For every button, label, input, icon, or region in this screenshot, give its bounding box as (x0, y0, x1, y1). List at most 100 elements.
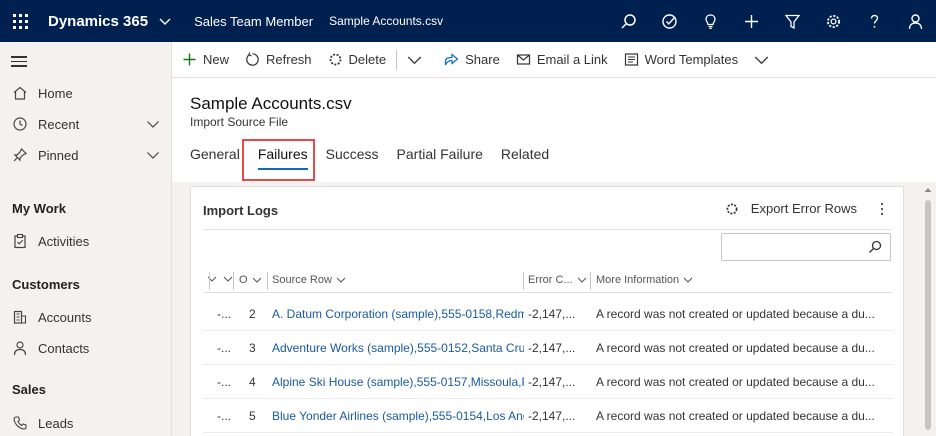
refresh-button[interactable]: Refresh (237, 42, 320, 78)
cell-order: 4 (249, 375, 256, 389)
command-divider (396, 49, 398, 70)
table-row[interactable]: -... 3 Adventure Works (sample),555-0152… (203, 331, 893, 365)
sidebar-item-recent[interactable]: Recent (0, 109, 172, 139)
sidebar-item-accounts[interactable]: Accounts (0, 302, 172, 332)
cell-source-row-link[interactable]: Adventure Works (sample),555-0152,Santa … (272, 341, 524, 355)
search-icon[interactable] (868, 240, 882, 254)
cell-error-code: -2,147,... (528, 375, 576, 389)
chevron-down-icon (683, 277, 693, 283)
nav-group-title: Customers (12, 277, 80, 292)
chevron-down-icon (754, 56, 769, 65)
share-icon (445, 53, 459, 66)
column-separator[interactable] (233, 272, 234, 290)
cell-source-row-link[interactable]: Blue Yonder Airlines (sample),555-0154,L… (272, 409, 524, 423)
column-header-more-information[interactable]: More Information (596, 274, 693, 286)
tab-related[interactable]: Related (501, 146, 549, 170)
sidebar-item-leads[interactable]: Leads (0, 408, 172, 436)
sidebar-item-label: Contacts (38, 340, 90, 356)
column-separator[interactable] (267, 272, 268, 290)
sidebar-item-home[interactable]: Home (0, 78, 172, 108)
clipboard-icon (14, 233, 26, 249)
filter-icon (784, 14, 801, 29)
email-link-icon (516, 54, 530, 65)
delete-button[interactable]: Delete (320, 42, 395, 78)
column-header-source-row[interactable]: Source Row (272, 274, 346, 286)
table-row[interactable]: -... 5 Blue Yonder Airlines (sample),555… (203, 399, 893, 433)
tab-partial-failure[interactable]: Partial Failure (397, 146, 483, 170)
column-header-error-code[interactable]: Error C... (528, 274, 587, 286)
sidebar-item-activities[interactable]: Activities (0, 226, 172, 256)
sidebar-item-label: Recent (38, 116, 80, 132)
column-header-label: O (239, 274, 248, 286)
cell-source-row-link[interactable]: A. Datum Corporation (sample),555-0158,R… (272, 307, 524, 321)
chevron-down-icon[interactable] (146, 148, 160, 162)
scrollbar-thumb[interactable] (925, 200, 931, 430)
column-header-check-chevron[interactable] (219, 274, 233, 284)
column-separator[interactable] (523, 272, 524, 290)
chevron-down-icon (407, 56, 422, 65)
export-error-rows-button[interactable]: Export Error Rows (725, 201, 857, 216)
phone-icon (13, 416, 27, 430)
help-button[interactable] (854, 0, 895, 42)
cell-dash: -... (217, 375, 231, 389)
cell-order: 2 (249, 307, 256, 321)
column-header-select[interactable] (203, 274, 217, 284)
table-row[interactable]: -... 2 A. Datum Corporation (sample),555… (203, 297, 893, 331)
command-bar: New Refresh Delete Share Email a Link Wo… (172, 42, 936, 78)
grid-header: O Source Row Error C... More Information (203, 269, 893, 293)
cell-order: 3 (249, 341, 256, 355)
cell-dash: -... (217, 341, 231, 355)
grid-search-input[interactable] (722, 234, 862, 260)
person-icon (13, 341, 27, 356)
search-button[interactable] (608, 0, 649, 42)
chevron-down-icon (336, 277, 346, 283)
top-icon-group (608, 0, 936, 42)
ideas-button[interactable] (690, 0, 731, 42)
share-button[interactable]: Share (436, 42, 508, 78)
tab-success[interactable]: Success (326, 146, 379, 170)
tasks-button[interactable] (649, 0, 690, 42)
user-profile-button[interactable] (895, 0, 936, 42)
column-header-label: More Information (596, 274, 680, 286)
word-templates-dropdown[interactable] (746, 42, 783, 78)
new-record-button[interactable] (731, 0, 772, 42)
cell-dash: -... (217, 409, 231, 423)
more-commands-button[interactable] (399, 42, 436, 78)
cell-source-row-link[interactable]: Alpine Ski House (sample),555-0157,Misso… (272, 375, 524, 389)
settings-button[interactable] (813, 0, 854, 42)
waffle-icon (12, 13, 28, 29)
chevron-down-icon (252, 277, 261, 283)
user-icon (908, 13, 923, 29)
sidebar-item-contacts[interactable]: Contacts (0, 333, 172, 363)
column-separator[interactable] (209, 272, 210, 290)
chevron-down-icon[interactable] (146, 117, 160, 131)
app-name[interactable]: Dynamics 365 (48, 13, 148, 30)
app-launcher-button[interactable] (0, 0, 40, 42)
chevron-down-icon[interactable] (158, 14, 172, 28)
column-header-order[interactable]: O (239, 274, 262, 286)
word-templates-button[interactable]: Word Templates (616, 42, 746, 78)
table-row[interactable]: -... 4 Alpine Ski House (sample),555-015… (203, 365, 893, 399)
chevron-down-icon (577, 277, 586, 283)
card-divider (203, 229, 891, 230)
tab-general[interactable]: General (190, 146, 240, 170)
refresh-label: Refresh (266, 52, 312, 67)
refresh-icon (246, 52, 259, 66)
page-scrollbar[interactable] (922, 182, 934, 436)
import-logs-card: Import Logs Export Error Rows O Source R… (190, 186, 904, 436)
more-options-icon[interactable] (877, 201, 887, 217)
share-label: Share (465, 52, 500, 67)
column-separator[interactable] (590, 272, 591, 290)
clock-icon (13, 117, 27, 131)
nav-group-title: Sales (12, 382, 46, 397)
sidebar-item-pinned[interactable]: Pinned (0, 140, 172, 170)
advanced-find-button[interactable] (772, 0, 813, 42)
new-button[interactable]: New (172, 42, 237, 78)
scroll-up-arrow-icon[interactable] (924, 186, 932, 194)
cell-error-code: -2,147,... (528, 409, 576, 423)
hamburger-menu-icon[interactable] (11, 56, 27, 68)
email-link-button[interactable]: Email a Link (508, 42, 616, 78)
task-icon (662, 13, 677, 29)
cell-more-information: A record was not created or updated beca… (596, 409, 875, 423)
grid-search-box[interactable] (721, 233, 891, 261)
